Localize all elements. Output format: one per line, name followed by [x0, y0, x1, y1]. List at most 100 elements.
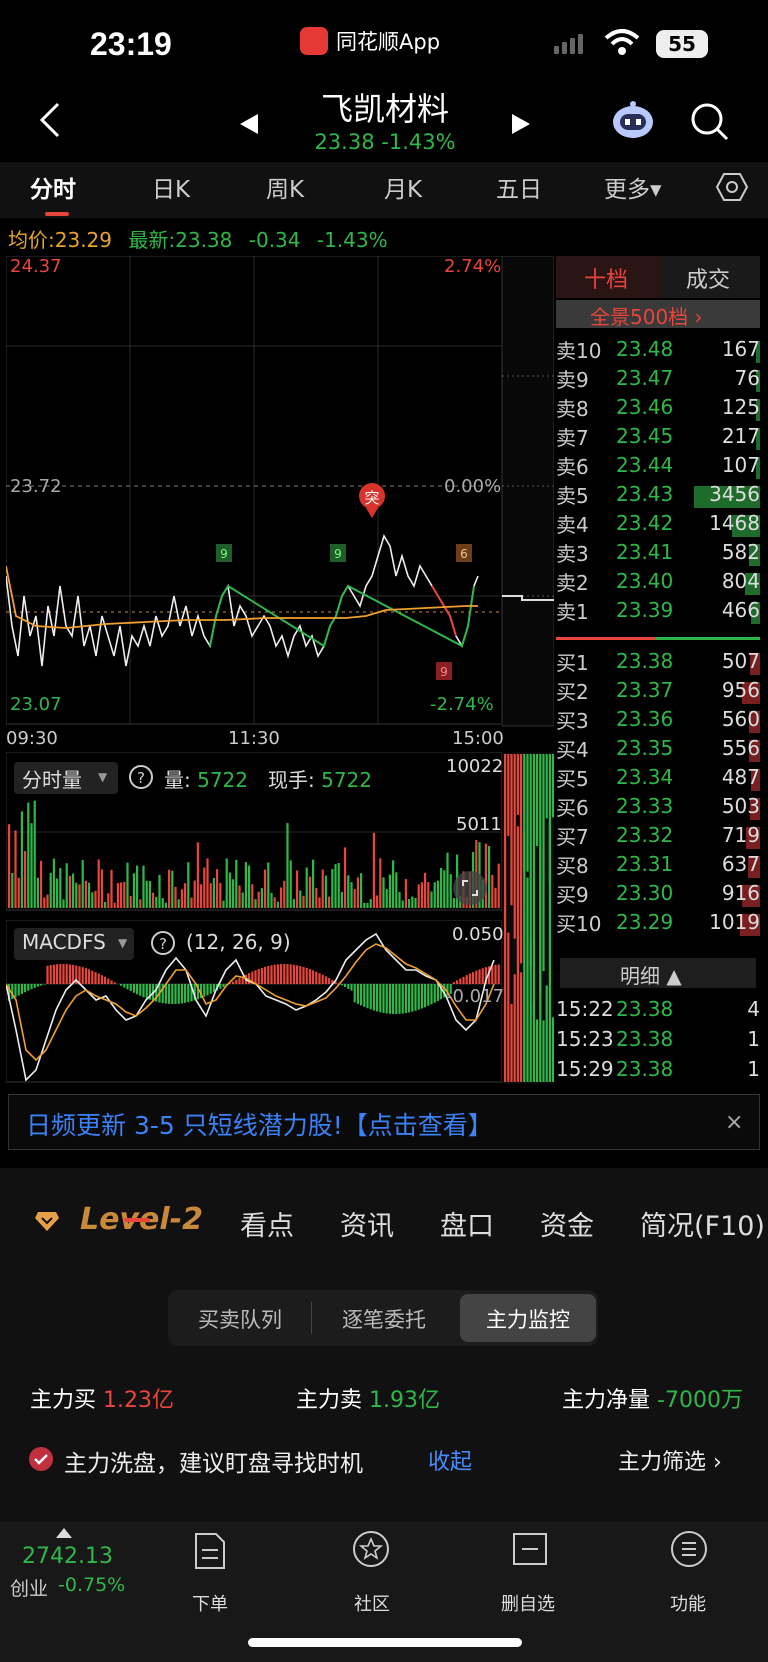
macd-bar — [408, 984, 411, 1013]
main-filter-link[interactable]: 主力筛选 › — [618, 1444, 722, 1476]
expand-icon[interactable] — [452, 870, 488, 906]
macd-bar — [411, 984, 414, 1012]
panorama-500-link[interactable]: 全景500档 › — [590, 301, 703, 330]
buy-level-row[interactable]: 买8 23.31 637 — [556, 849, 760, 879]
tab-profile-f10[interactable]: 简况(F10) — [640, 1204, 765, 1243]
sell-level-row[interactable]: 卖7 23.45 217 — [556, 421, 760, 451]
footer-community[interactable]: 社区 — [332, 1590, 412, 1616]
ai-robot-icon[interactable] — [610, 100, 656, 140]
menu-icon[interactable] — [670, 1530, 708, 1568]
community-icon[interactable] — [352, 1530, 390, 1568]
tab-daily-k[interactable]: 日K — [152, 170, 190, 204]
macd-bar — [286, 964, 289, 984]
volume-bar — [238, 885, 241, 908]
remove-watchlist-icon[interactable] — [512, 1532, 548, 1566]
macd-bar — [40, 984, 43, 986]
tab-more[interactable]: 更多▾ — [604, 170, 662, 204]
macd-bar — [462, 976, 465, 984]
back-icon[interactable] — [38, 100, 62, 140]
next-stock-icon[interactable] — [510, 112, 532, 136]
mini-bar — [516, 754, 519, 815]
macd-bar — [126, 984, 129, 990]
promo-banner-text[interactable]: 日频更新 3-5 只短线潜力股!【点击查看】 — [26, 1106, 493, 1142]
sell-level-row[interactable]: 卖2 23.40 804 — [556, 566, 760, 596]
buy-level-volume: 487 — [721, 765, 760, 789]
footer-order[interactable]: 下单 — [170, 1590, 250, 1616]
trade-detail-row: 15:29 23.38 1 — [556, 1054, 760, 1084]
macd-bar — [315, 971, 318, 984]
volume-bar — [334, 864, 337, 908]
sell-level-row[interactable]: 卖1 23.39 466 — [556, 595, 760, 625]
macd-help-icon[interactable]: ? — [150, 930, 176, 956]
sell-level-row[interactable]: 卖8 23.46 125 — [556, 392, 760, 422]
seg-order-by-order[interactable]: 逐笔委托 — [322, 1300, 446, 1340]
tab-news[interactable]: 资讯 — [340, 1204, 394, 1243]
volume-help-icon[interactable]: ? — [128, 764, 154, 790]
order-doc-icon[interactable] — [194, 1532, 226, 1570]
volume-bar — [123, 881, 126, 908]
buy-level-row[interactable]: 买9 23.30 916 — [556, 878, 760, 908]
volume-bar — [312, 859, 315, 908]
header-change-pct: -1.43% — [381, 130, 456, 154]
volume-bar — [97, 859, 100, 908]
sell-level-row[interactable]: 卖10 23.48 167 — [556, 334, 760, 364]
avg-label: 均价: — [8, 228, 55, 252]
buy-level-row[interactable]: 买2 23.37 956 — [556, 675, 760, 705]
sell-level-row[interactable]: 卖3 23.41 582 — [556, 537, 760, 567]
seg-main-monitor[interactable]: 主力监控 — [462, 1300, 594, 1340]
tab-intraday[interactable]: 分时 — [30, 170, 76, 204]
buy-level-row[interactable]: 买1 23.38 507 — [556, 646, 760, 676]
macd-bar — [270, 965, 273, 984]
buy-level-price: 23.33 — [616, 794, 674, 818]
buy-level-row[interactable]: 买7 23.32 719 — [556, 820, 760, 850]
buy-level-volume-cell: 503 — [698, 794, 760, 820]
prev-stock-icon[interactable] — [238, 112, 260, 136]
tab-highlights[interactable]: 看点 — [240, 1204, 294, 1243]
volume-mid: 5011 — [456, 814, 502, 835]
buy-level-row[interactable]: 买10 23.29 1019 — [556, 907, 760, 937]
mini-bar — [513, 974, 516, 1082]
intraday-price-chart[interactable]: 突 9 9 9 6 — [6, 256, 502, 726]
footer-functions[interactable]: 功能 — [648, 1590, 728, 1616]
close-icon[interactable]: × — [725, 1110, 743, 1135]
footer-remove-watchlist[interactable]: 删自选 — [488, 1590, 568, 1616]
trade-detail-row: 15:22 23.38 4 — [556, 994, 760, 1024]
seg-bid-ask-queue[interactable]: 买卖队列 — [180, 1300, 300, 1340]
tab-handicap[interactable]: 盘口 — [440, 1204, 494, 1243]
tab-weekly-k[interactable]: 周K — [266, 170, 304, 204]
sell-level-row[interactable]: 卖6 23.44 107 — [556, 450, 760, 480]
collapse-link[interactable]: 收起 — [428, 1444, 472, 1476]
macd-bar — [88, 969, 91, 984]
macd-bar — [273, 964, 276, 984]
macd-bar — [414, 984, 417, 1011]
buy-level-row[interactable]: 买6 23.33 503 — [556, 791, 760, 821]
tab-funds[interactable]: 资金 — [540, 1204, 594, 1243]
volume-bar — [488, 845, 491, 908]
volume-bar — [52, 858, 55, 908]
volume-bar — [360, 873, 363, 908]
segment-divider — [311, 1302, 312, 1334]
buy-level-name: 买4 — [556, 737, 589, 762]
sell-level-row[interactable]: 卖9 23.47 76 — [556, 363, 760, 393]
settings-hex-icon[interactable] — [716, 172, 748, 202]
buy-level-row[interactable]: 买5 23.34 487 — [556, 762, 760, 792]
header-price: 23.38 — [314, 130, 375, 154]
buy-level-name: 买7 — [556, 824, 589, 849]
tab-monthly-k[interactable]: 月K — [384, 170, 422, 204]
sell-level-row[interactable]: 卖5 23.43 3456 — [556, 479, 760, 509]
index-value[interactable]: 2742.13 — [22, 1544, 113, 1569]
tab-five-day[interactable]: 五日 — [496, 170, 542, 204]
tab-trades[interactable]: 成交 — [686, 262, 730, 294]
volume-bar — [337, 863, 340, 908]
buy-level-row[interactable]: 买4 23.35 556 — [556, 733, 760, 763]
buy-level-volume: 637 — [721, 852, 760, 876]
sell-level-row[interactable]: 卖4 23.42 1468 — [556, 508, 760, 538]
macd-bar — [145, 984, 148, 999]
macd-bar — [385, 984, 388, 1014]
buy-level-name: 买8 — [556, 853, 589, 878]
volume-bar — [81, 860, 84, 908]
search-icon[interactable] — [690, 102, 730, 142]
buy-level-row[interactable]: 买3 23.36 560 — [556, 704, 760, 734]
tab-ten-levels[interactable]: 十档 — [584, 262, 628, 294]
macd-bar — [379, 984, 382, 1013]
